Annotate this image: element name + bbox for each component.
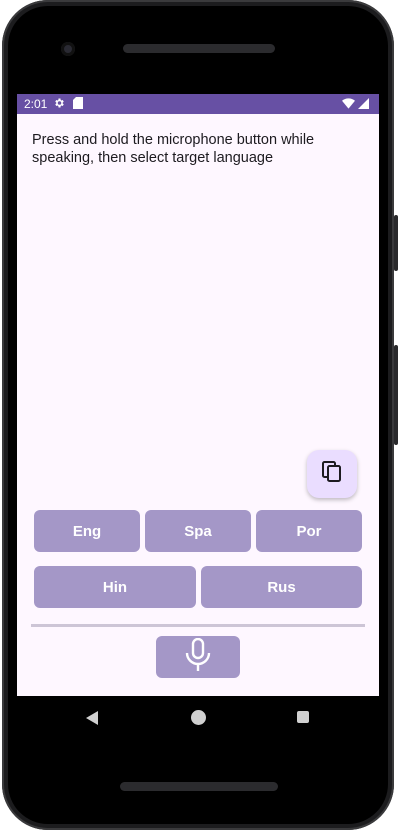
copy-icon (322, 460, 342, 488)
bottom-speaker (120, 782, 278, 791)
sd-card-icon (73, 97, 83, 112)
instructions-text: Press and hold the microphone button whi… (32, 132, 315, 166)
lang-button-spa[interactable]: Spa (145, 510, 251, 552)
power-button (394, 215, 398, 271)
wifi-icon (342, 98, 355, 112)
front-camera (61, 42, 75, 56)
top-speaker (123, 44, 275, 53)
volume-button (394, 345, 398, 445)
status-bar: 2:01 (17, 94, 379, 114)
cell-signal-icon (358, 98, 369, 112)
lang-button-por[interactable]: Por (256, 510, 362, 552)
divider (31, 624, 365, 627)
back-icon[interactable] (86, 711, 98, 725)
navigation-bar (17, 696, 379, 740)
copy-button[interactable] (307, 450, 357, 498)
lang-button-rus[interactable]: Rus (201, 566, 362, 608)
lang-button-hin[interactable]: Hin (34, 566, 196, 608)
recents-icon[interactable] (297, 711, 309, 723)
status-time: 2:01 (24, 97, 48, 111)
microphone-button[interactable] (156, 636, 240, 678)
microphone-icon (184, 637, 212, 677)
gear-icon (53, 97, 65, 112)
lang-button-eng[interactable]: Eng (34, 510, 140, 552)
home-icon[interactable] (191, 710, 206, 725)
app-screen: 2:01 Press and hold the microphone butto… (17, 94, 379, 696)
